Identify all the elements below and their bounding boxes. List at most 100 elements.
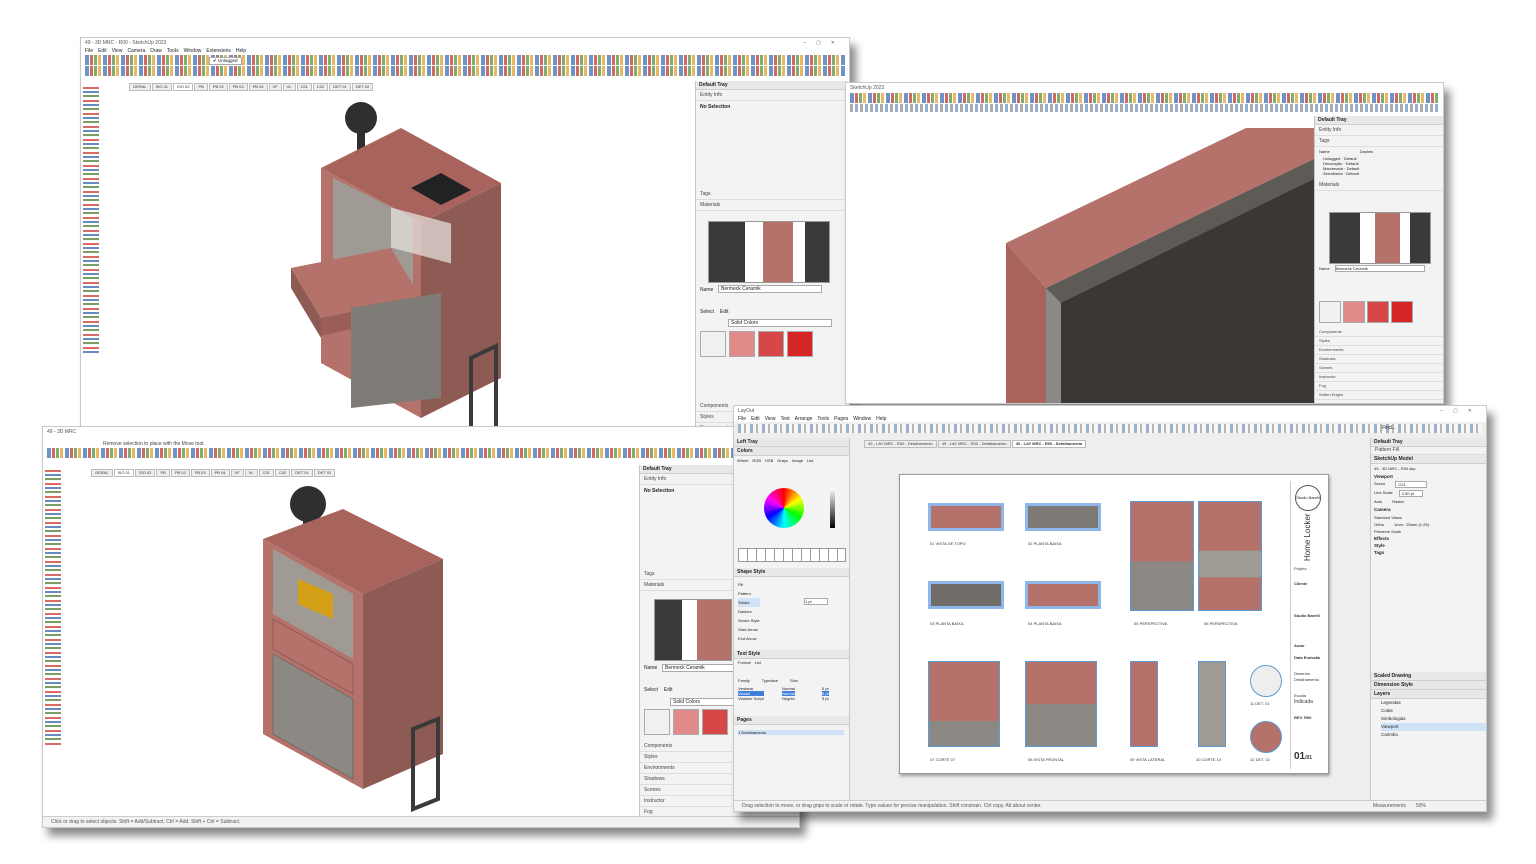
scene-tab[interactable]: PB 02	[170, 469, 190, 477]
edit-tab[interactable]: Edit	[664, 687, 673, 693]
window-controls[interactable]: –▢✕	[1440, 408, 1482, 414]
scene-tab-active[interactable]: ISO 01	[113, 469, 135, 477]
material-swatch[interactable]	[1391, 301, 1413, 323]
material-name-field[interactable]: Bermeck Ceramik	[662, 664, 736, 672]
scene-tab[interactable]: PB	[194, 83, 208, 91]
menu-help[interactable]: Help	[236, 48, 246, 54]
components-panel[interactable]: Components	[1315, 328, 1443, 337]
scene-tab[interactable]: VL	[244, 469, 258, 477]
color-tab-rgb[interactable]: RGB	[752, 458, 761, 463]
edit-tab[interactable]: Edit	[720, 309, 729, 315]
tag-dropdown[interactable]: ✔ Untagged	[209, 57, 242, 65]
preserve-scale-checkbox[interactable]: Preserve Scale	[1371, 528, 1486, 535]
stroke-size-field[interactable]: 1 pt	[804, 598, 828, 605]
shape-style-header[interactable]: Shape Style	[734, 568, 849, 577]
menu-help[interactable]: Help	[876, 416, 886, 422]
toolbar-secondary[interactable]	[85, 66, 845, 76]
color-tab-grays[interactable]: Grays	[777, 458, 788, 463]
scene-tab[interactable]: VF	[230, 469, 244, 477]
menu-arrange[interactable]: Arrange	[795, 416, 813, 422]
materials-panel-header[interactable]: Materials	[696, 200, 848, 211]
viewport-plan[interactable]	[1025, 503, 1101, 531]
menu-edit[interactable]: Edit	[751, 416, 760, 422]
viewport-top-view[interactable]	[928, 503, 1004, 531]
sketchup-model-header[interactable]: SketchUp Model	[1371, 455, 1486, 464]
viewport-detail-01[interactable]	[1250, 665, 1282, 697]
toolbar-secondary[interactable]	[850, 104, 1439, 112]
pattern-fill-header[interactable]: Pattern Fill	[1371, 447, 1486, 455]
select-tab[interactable]: Select	[644, 687, 658, 693]
brightness-slider[interactable]	[830, 488, 835, 528]
scene-tab[interactable]: C01	[258, 469, 274, 477]
scene-tab[interactable]: GERAL	[129, 83, 151, 91]
layer-item[interactable]: Simbologias	[1381, 715, 1486, 723]
fog-panel[interactable]: Fog	[1315, 382, 1443, 391]
viewport-section-10[interactable]	[1198, 661, 1226, 747]
typeface-list[interactable]: Normal Normal Negrito	[782, 686, 795, 701]
layer-item[interactable]: Carimbo	[1381, 731, 1486, 739]
menu-text[interactable]: Text	[780, 416, 789, 422]
viewport-perspective-2[interactable]	[1198, 501, 1262, 611]
scene-tab[interactable]: DET 01	[329, 83, 351, 91]
scene-tab[interactable]: C02	[312, 83, 329, 91]
pattern-button[interactable]: Pattern	[738, 589, 760, 598]
viewport-section-07[interactable]	[928, 661, 1000, 747]
scene-dropdown[interactable]: C01	[1395, 481, 1427, 488]
material-swatch[interactable]	[758, 331, 784, 357]
soften-edges-panel[interactable]: Soften Edges	[1315, 391, 1443, 400]
scene-tab[interactable]: DET 02	[351, 83, 374, 91]
cabinet-3d-model-closed[interactable]	[253, 479, 453, 819]
document-tab[interactable]: 49 - LAY MRC - R00 - Detalhamento	[864, 440, 937, 448]
scaled-drawing-header[interactable]: Scaled Drawing	[1371, 672, 1486, 681]
entity-info-header[interactable]: Entity Info	[696, 90, 848, 101]
material-swatch[interactable]	[1367, 301, 1389, 323]
tags-panel-header[interactable]: Tags	[696, 189, 848, 200]
viewport-perspective-1[interactable]	[1130, 501, 1194, 611]
scene-tab[interactable]: ISO 02	[135, 469, 156, 477]
font-family-list[interactable]: Verdana Vivaldi Vladimir Script	[738, 686, 764, 701]
size-list[interactable]: 5 pt 5 pt 5 pt	[822, 686, 829, 701]
zoom-field[interactable]: 50%	[1416, 801, 1426, 811]
cabinet-corner-closeup[interactable]	[846, 118, 1316, 403]
color-swatch-grid[interactable]	[738, 548, 846, 562]
line-scale-field[interactable]: 0.50 pt	[1398, 490, 1423, 497]
menu-file[interactable]: File	[85, 48, 93, 54]
text-tab-format[interactable]: Format	[738, 660, 751, 665]
scene-tab[interactable]: VL	[282, 83, 296, 91]
scene-tab[interactable]: PB 02	[208, 83, 228, 91]
scene-tab[interactable]: ISO 01	[151, 83, 173, 91]
menu-view[interactable]: View	[112, 48, 123, 54]
left-toolbar[interactable]	[83, 84, 99, 354]
font-option[interactable]: Vladimir Script	[738, 696, 764, 701]
material-library-dropdown[interactable]: Solid Colors	[670, 698, 734, 706]
find-field[interactable]: Find...	[1382, 425, 1396, 431]
material-name-field[interactable]: Bermeck Ceramik	[1335, 265, 1425, 272]
toolbar-main[interactable]	[850, 93, 1439, 103]
cabinet-3d-model-open[interactable]	[281, 98, 601, 438]
scene-tab-active[interactable]: ISO 02	[173, 83, 194, 91]
menu-view[interactable]: View	[765, 416, 776, 422]
color-tab-wheel[interactable]: Wheel	[737, 458, 748, 463]
select-tab[interactable]: Select	[700, 309, 714, 315]
typeface-option[interactable]: Negrito	[782, 696, 795, 701]
scene-tab[interactable]: DET 02	[313, 469, 336, 477]
viewport-side-view[interactable]	[1130, 661, 1158, 747]
scenes-panel[interactable]: Scenes	[1315, 364, 1443, 373]
menu-extensions[interactable]: Extensions	[206, 48, 230, 54]
scene-tab[interactable]: PB 03	[190, 469, 210, 477]
layer-item[interactable]: Legendas	[1381, 699, 1486, 707]
material-swatch[interactable]	[729, 331, 755, 357]
scene-tab[interactable]: PB 04	[210, 469, 230, 477]
scene-tab[interactable]: DET 01	[291, 469, 313, 477]
viewport-front-view[interactable]	[1025, 661, 1097, 747]
viewport-detail-02[interactable]	[1250, 721, 1282, 753]
stroke-button[interactable]: Stroke	[738, 598, 760, 607]
scene-tab[interactable]: GERAL	[91, 469, 113, 477]
entity-info-header[interactable]: Entity Info	[1315, 125, 1443, 136]
viewport-plan-3[interactable]	[1025, 581, 1101, 609]
layout-toolbar[interactable]	[738, 424, 1482, 433]
fill-button[interactable]: Fill	[738, 580, 760, 589]
color-tab-image[interactable]: Image	[792, 458, 803, 463]
material-swatch[interactable]	[644, 709, 670, 735]
menu-file[interactable]: File	[738, 416, 746, 422]
